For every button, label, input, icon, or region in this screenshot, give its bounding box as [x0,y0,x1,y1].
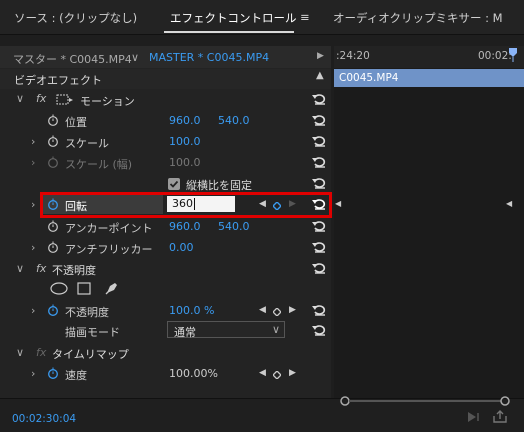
stopwatch-icon[interactable] [47,220,59,232]
dropdown-chevron-icon[interactable]: ∨ [272,323,280,336]
fx-toggle-icon[interactable]: fx [36,262,46,275]
stopwatch-active-icon[interactable] [47,304,59,316]
rotation-expand-chevron-icon[interactable]: › [31,198,35,211]
show-timeline-icon[interactable]: ▶ [317,51,324,61]
scale-expand-chevron-icon[interactable]: › [31,135,35,148]
collapse-up-icon[interactable]: ▲ [316,70,324,81]
add-keyframe-icon[interactable] [272,369,282,380]
flicker-expand-chevron-icon[interactable]: › [31,241,35,254]
blend-mode-label: 描画モード [65,326,120,339]
time-remap-expand-chevron-icon[interactable]: ∨ [16,346,24,359]
prev-keyframe-icon[interactable]: ◀ [259,305,266,315]
timeline-left-keyframe-icon[interactable]: ◀ [335,199,341,208]
rectangle-mask-icon[interactable] [77,282,91,295]
reset-opacity-icon[interactable] [312,304,326,316]
stopwatch-icon[interactable] [47,114,59,126]
opacity-value[interactable]: 100.0 % [169,304,214,317]
reset-position-icon[interactable] [312,114,326,126]
position-x-value[interactable]: 960.0 [169,114,201,127]
anchor-y-value[interactable]: 540.0 [218,220,250,233]
timeline-clip-name: C0045.MP4 [339,72,399,84]
uniform-scale-label: 縦横比を固定 [186,179,252,192]
uniform-scale-checkbox[interactable] [168,178,180,190]
playhead-icon[interactable] [509,48,517,62]
timeline-area[interactable] [334,68,524,398]
ellipse-mask-icon[interactable] [50,282,68,295]
master-clip-tab[interactable]: マスター * C0045.MP4 [13,51,132,67]
pen-mask-icon[interactable] [104,280,120,296]
motion-expand-chevron-icon[interactable]: ∨ [16,92,24,105]
reset-flicker-icon[interactable] [312,241,326,253]
position-label: 位置 [65,116,87,129]
scale-width-expand-chevron-icon[interactable]: › [31,156,35,169]
position-y-value[interactable]: 540.0 [218,114,250,127]
opacity-label: 不透明度 [65,306,109,319]
reset-scale-width-icon[interactable] [312,156,326,168]
active-tab-indicator [164,31,294,33]
fx-toggle-icon[interactable]: fx [36,346,46,359]
panel-menu-icon[interactable]: ≡ [300,10,310,24]
scale-width-label: スケール (幅) [65,158,133,171]
stopwatch-icon[interactable] [47,135,59,147]
tab-effect-controls[interactable]: エフェクトコントロール [170,10,297,26]
motion-effect-name: モーション [80,95,135,108]
sequence-clip-tab[interactable]: MASTER * C0045.MP4 [149,51,269,64]
reset-motion-icon[interactable] [312,93,326,105]
blend-mode-value: 通常 [174,326,196,339]
timeline-end-time: 00:02: [478,50,512,62]
stopwatch-icon[interactable] [47,241,59,253]
scale-label: スケール [65,137,109,150]
reset-blend-icon[interactable] [312,324,326,336]
speed-expand-chevron-icon[interactable]: › [31,367,35,380]
scale-value[interactable]: 100.0 [169,135,201,148]
timeline-right-keyframe-icon[interactable]: ◀ [506,199,512,208]
stopwatch-active-icon[interactable] [47,367,59,379]
clip-dropdown-chevron-icon[interactable]: ∨ [131,51,139,64]
play-audio-icon[interactable] [466,411,482,423]
opacity-expand-chevron-icon[interactable]: ∨ [16,262,24,275]
next-keyframe-icon[interactable]: ▶ [289,305,296,315]
anchor-x-value[interactable]: 960.0 [169,220,201,233]
speed-label: 速度 [65,369,87,382]
timeline-start-time: :24:20 [336,50,370,62]
anti-flicker-label: アンチフリッカー [65,243,153,256]
opacity-value-expand-chevron-icon[interactable]: › [31,304,35,317]
add-keyframe-icon[interactable] [272,306,282,317]
video-effects-label: ビデオエフェクト [14,74,102,87]
current-timecode[interactable]: 00:02:30:04 [12,413,76,425]
reset-uniform-icon[interactable] [312,177,326,189]
prev-keyframe-icon[interactable]: ◀ [259,368,266,378]
reset-opacity-section-icon[interactable] [312,262,326,274]
scale-width-value: 100.0 [169,156,201,169]
reset-anchor-icon[interactable] [312,220,326,232]
speed-value: 100.00% [169,367,218,380]
timeline-zoom-scrollbar[interactable] [340,396,510,406]
time-remap-effect-name: タイムリマップ [52,348,129,361]
anchor-point-label: アンカーポイント [65,222,153,235]
tab-audio-clip-mixer[interactable]: オーディオクリップミキサー : M [333,10,503,26]
rotation-highlight-box [40,192,332,218]
fx-toggle-icon[interactable]: fx [36,92,46,105]
opacity-effect-name: 不透明度 [52,264,96,277]
next-keyframe-icon[interactable]: ▶ [289,368,296,378]
export-icon[interactable] [492,410,508,424]
transform-box-icon[interactable] [56,94,74,106]
stopwatch-icon [47,156,59,168]
tab-source[interactable]: ソース : (クリップなし) [14,10,137,26]
reset-scale-icon[interactable] [312,135,326,147]
anti-flicker-value[interactable]: 0.00 [169,241,194,254]
